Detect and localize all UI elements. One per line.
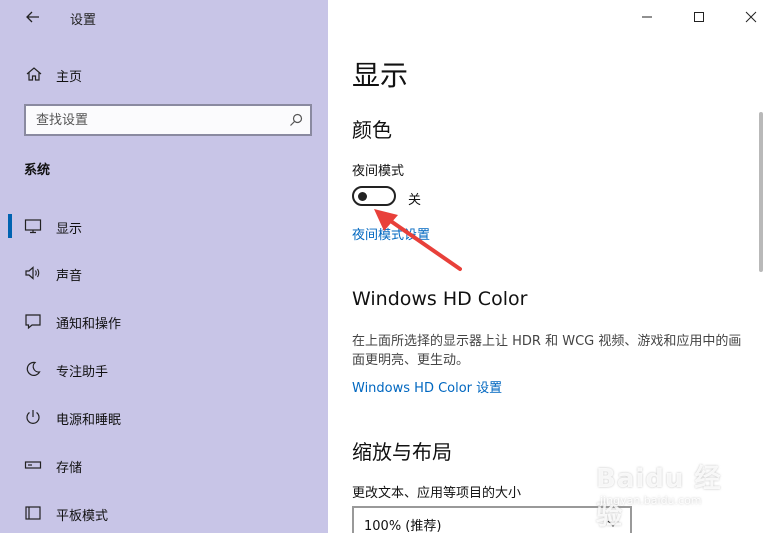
active-indicator [8,214,12,238]
minimize-button[interactable] [621,0,673,34]
sidebar-item-power-sleep[interactable]: 电源和睡眠 [0,397,328,437]
sidebar-item-label: 电源和睡眠 [56,413,122,428]
sidebar-item-label: 主页 [56,70,83,85]
chevron-down-icon [607,520,619,527]
moon-icon [26,361,41,376]
sidebar-item-label: 专注助手 [56,365,109,380]
storage-icon [24,461,42,469]
page-title: 显示 [352,59,409,92]
hd-color-heading: Windows HD Color [352,288,528,310]
sidebar-item-label: 显示 [56,222,83,237]
maximize-icon [694,12,704,22]
hd-color-settings-link[interactable]: Windows HD Color 设置 [352,377,502,396]
sidebar-item-label: 通知和操作 [56,317,122,332]
sidebar-item-label: 平板模式 [56,509,109,524]
dropdown-value: 100% (推荐) [364,519,442,533]
night-mode-toggle[interactable] [352,186,396,206]
sidebar-item-notifications[interactable]: 通知和操作 [0,301,328,341]
section-label: 系统 [24,163,51,178]
scale-layout-heading: 缩放与布局 [352,440,452,464]
main-content: 显示 颜色 夜间模式 关 夜间模式设置 Windows HD Color 在上面… [328,0,777,533]
night-mode-settings-link[interactable]: 夜间模式设置 [352,224,430,243]
scale-dropdown[interactable]: 100% (推荐) [352,506,632,533]
tablet-icon [25,506,41,520]
back-button[interactable] [22,7,44,27]
back-arrow-icon [26,11,39,23]
monitor-icon [24,219,42,234]
app-title: 设置 [70,13,97,28]
hd-color-description: 在上面所选择的显示器上让 HDR 和 WCG 视频、游戏和应用中的画面更明亮、更… [352,334,742,368]
sidebar-item-home[interactable]: 主页 [0,58,328,90]
sidebar-item-storage[interactable]: 存储 [0,445,328,485]
home-icon [26,67,42,81]
speaker-icon [25,266,40,280]
search-icon[interactable] [288,112,304,128]
settings-window: 设置 主页 系统 显示 [0,0,777,533]
sidebar-item-label: 存储 [56,461,83,476]
power-icon [26,410,40,424]
title-bar: 设置 [0,0,328,34]
scrollbar[interactable] [759,112,763,272]
color-heading: 颜色 [352,118,392,142]
window-controls [621,0,777,34]
search-input[interactable] [26,106,286,134]
maximize-button[interactable] [673,0,725,34]
close-button[interactable] [725,0,777,34]
sidebar-item-focus-assist[interactable]: 专注助手 [0,349,328,389]
toggle-knob [358,192,367,201]
sidebar-item-label: 声音 [56,269,83,284]
message-icon [25,314,41,330]
close-icon [745,11,757,23]
text-size-label: 更改文本、应用等项目的大小 [352,486,522,501]
toggle-state-label: 关 [408,193,422,208]
sidebar-item-tablet-mode[interactable]: 平板模式 [0,493,328,533]
minimize-icon [642,16,652,18]
sidebar-item-sound[interactable]: 声音 [0,253,328,293]
sidebar-item-display[interactable]: 显示 [0,206,328,246]
search-box[interactable] [24,104,312,136]
sidebar: 设置 主页 系统 显示 [0,0,328,533]
night-mode-label: 夜间模式 [352,164,405,179]
